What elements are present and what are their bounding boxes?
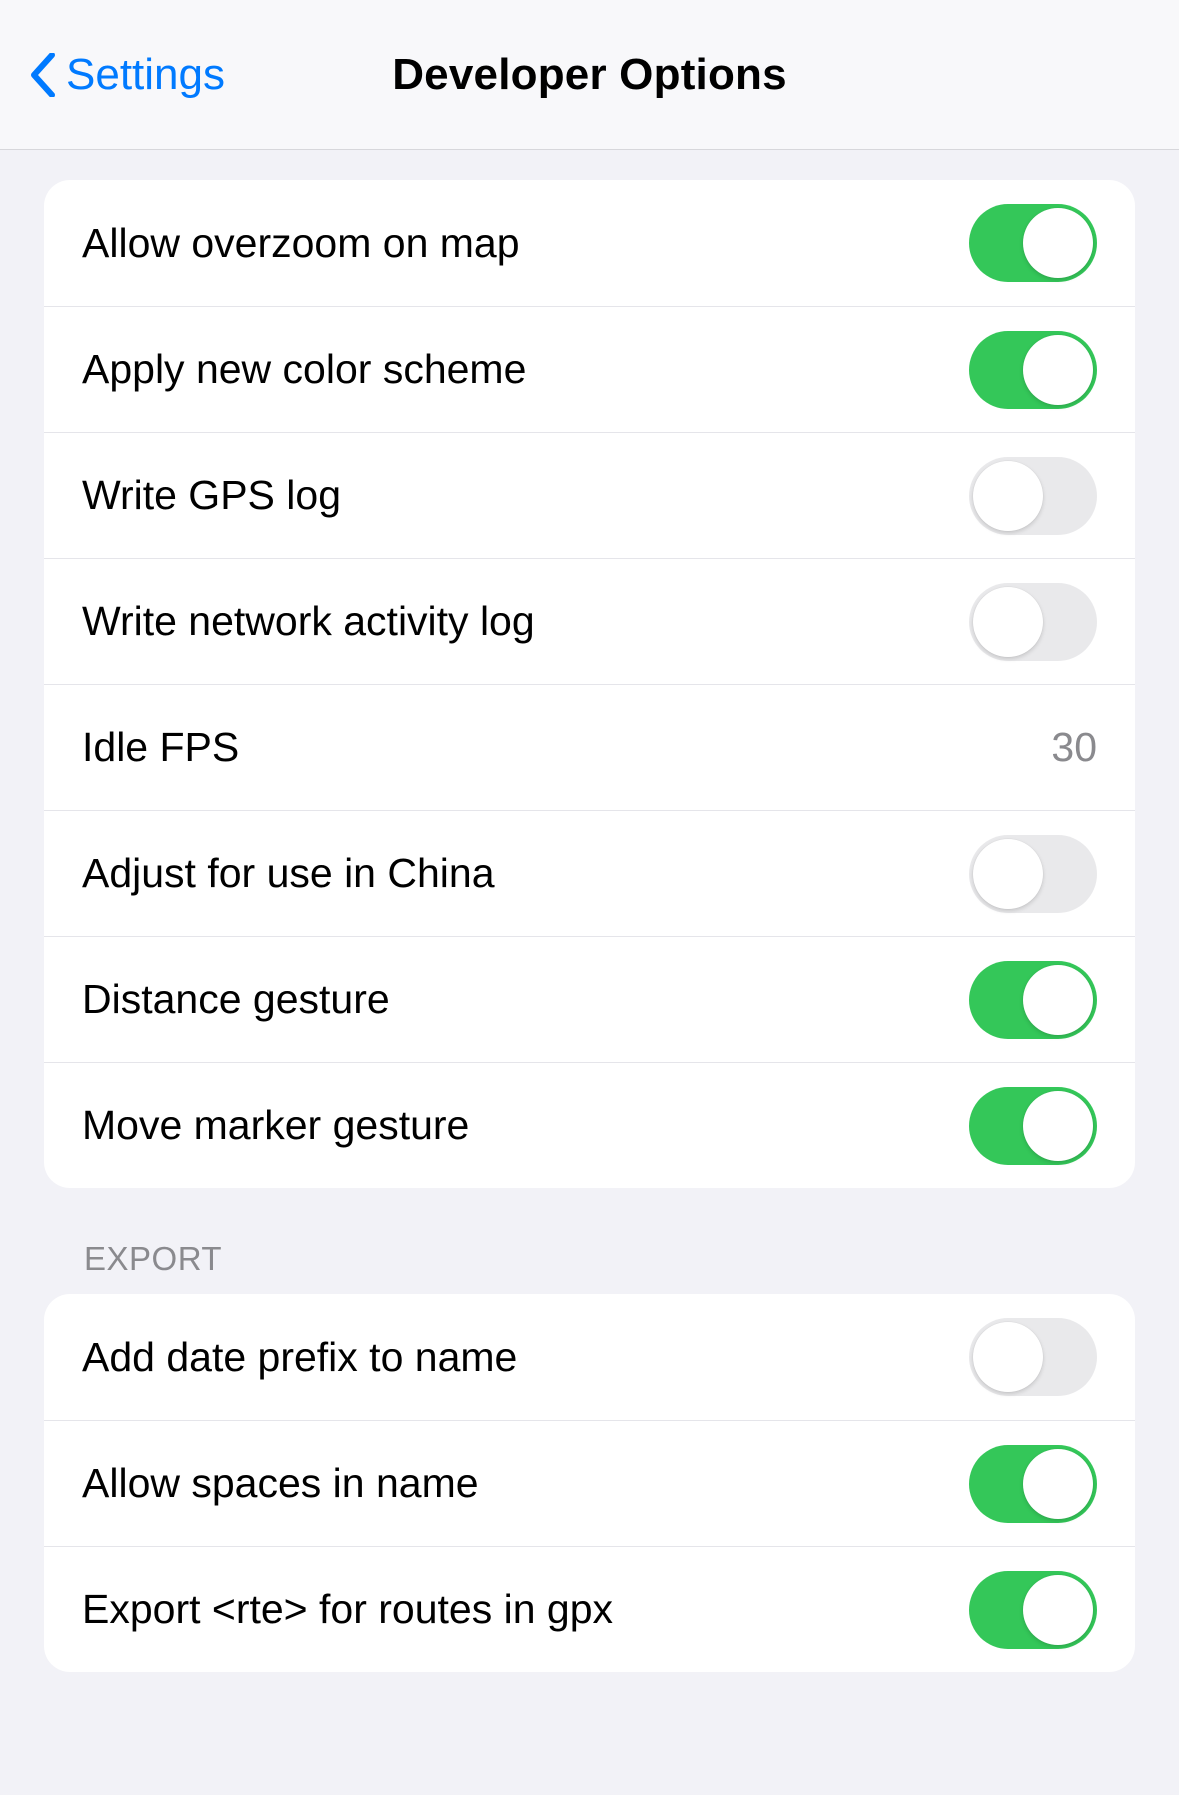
row-move-marker-gesture[interactable]: Move marker gesture: [44, 1062, 1135, 1188]
row-label: Write GPS log: [82, 472, 341, 519]
toggle-date-prefix[interactable]: [969, 1318, 1097, 1396]
toggle-allow-spaces[interactable]: [969, 1445, 1097, 1523]
row-label: Allow spaces in name: [82, 1460, 479, 1507]
chevron-left-icon: [30, 53, 56, 97]
row-date-prefix[interactable]: Add date prefix to name: [44, 1294, 1135, 1420]
toggle-distance-gesture[interactable]: [969, 961, 1097, 1039]
toggle-export-rte[interactable]: [969, 1571, 1097, 1649]
row-label: Add date prefix to name: [82, 1334, 517, 1381]
settings-group-main: Allow overzoom on map Apply new color sc…: [44, 180, 1135, 1188]
section-header-export: EXPORT: [0, 1240, 1179, 1294]
toggle-write-gps-log[interactable]: [969, 457, 1097, 535]
row-label: Export <rte> for routes in gpx: [82, 1586, 613, 1633]
row-write-gps-log[interactable]: Write GPS log: [44, 432, 1135, 558]
toggle-move-marker-gesture[interactable]: [969, 1087, 1097, 1165]
row-write-net-log[interactable]: Write network activity log: [44, 558, 1135, 684]
row-allow-overzoom[interactable]: Allow overzoom on map: [44, 180, 1135, 306]
back-button-label: Settings: [66, 50, 225, 100]
row-export-rte[interactable]: Export <rte> for routes in gpx: [44, 1546, 1135, 1672]
toggle-write-net-log[interactable]: [969, 583, 1097, 661]
row-allow-spaces[interactable]: Allow spaces in name: [44, 1420, 1135, 1546]
row-distance-gesture[interactable]: Distance gesture: [44, 936, 1135, 1062]
row-apply-color-scheme[interactable]: Apply new color scheme: [44, 306, 1135, 432]
row-adjust-china[interactable]: Adjust for use in China: [44, 810, 1135, 936]
toggle-allow-overzoom[interactable]: [969, 204, 1097, 282]
row-label: Allow overzoom on map: [82, 220, 520, 267]
row-label: Idle FPS: [82, 724, 239, 771]
idle-fps-value: 30: [1051, 724, 1097, 771]
toggle-adjust-china[interactable]: [969, 835, 1097, 913]
back-button[interactable]: Settings: [30, 50, 225, 100]
content: Allow overzoom on map Apply new color sc…: [0, 150, 1179, 1672]
row-label: Apply new color scheme: [82, 346, 526, 393]
row-label: Move marker gesture: [82, 1102, 469, 1149]
toggle-apply-color-scheme[interactable]: [969, 331, 1097, 409]
row-idle-fps[interactable]: Idle FPS 30: [44, 684, 1135, 810]
row-label: Write network activity log: [82, 598, 535, 645]
row-label: Adjust for use in China: [82, 850, 495, 897]
navbar: Settings Developer Options: [0, 0, 1179, 150]
row-label: Distance gesture: [82, 976, 390, 1023]
settings-group-export: Add date prefix to name Allow spaces in …: [44, 1294, 1135, 1672]
